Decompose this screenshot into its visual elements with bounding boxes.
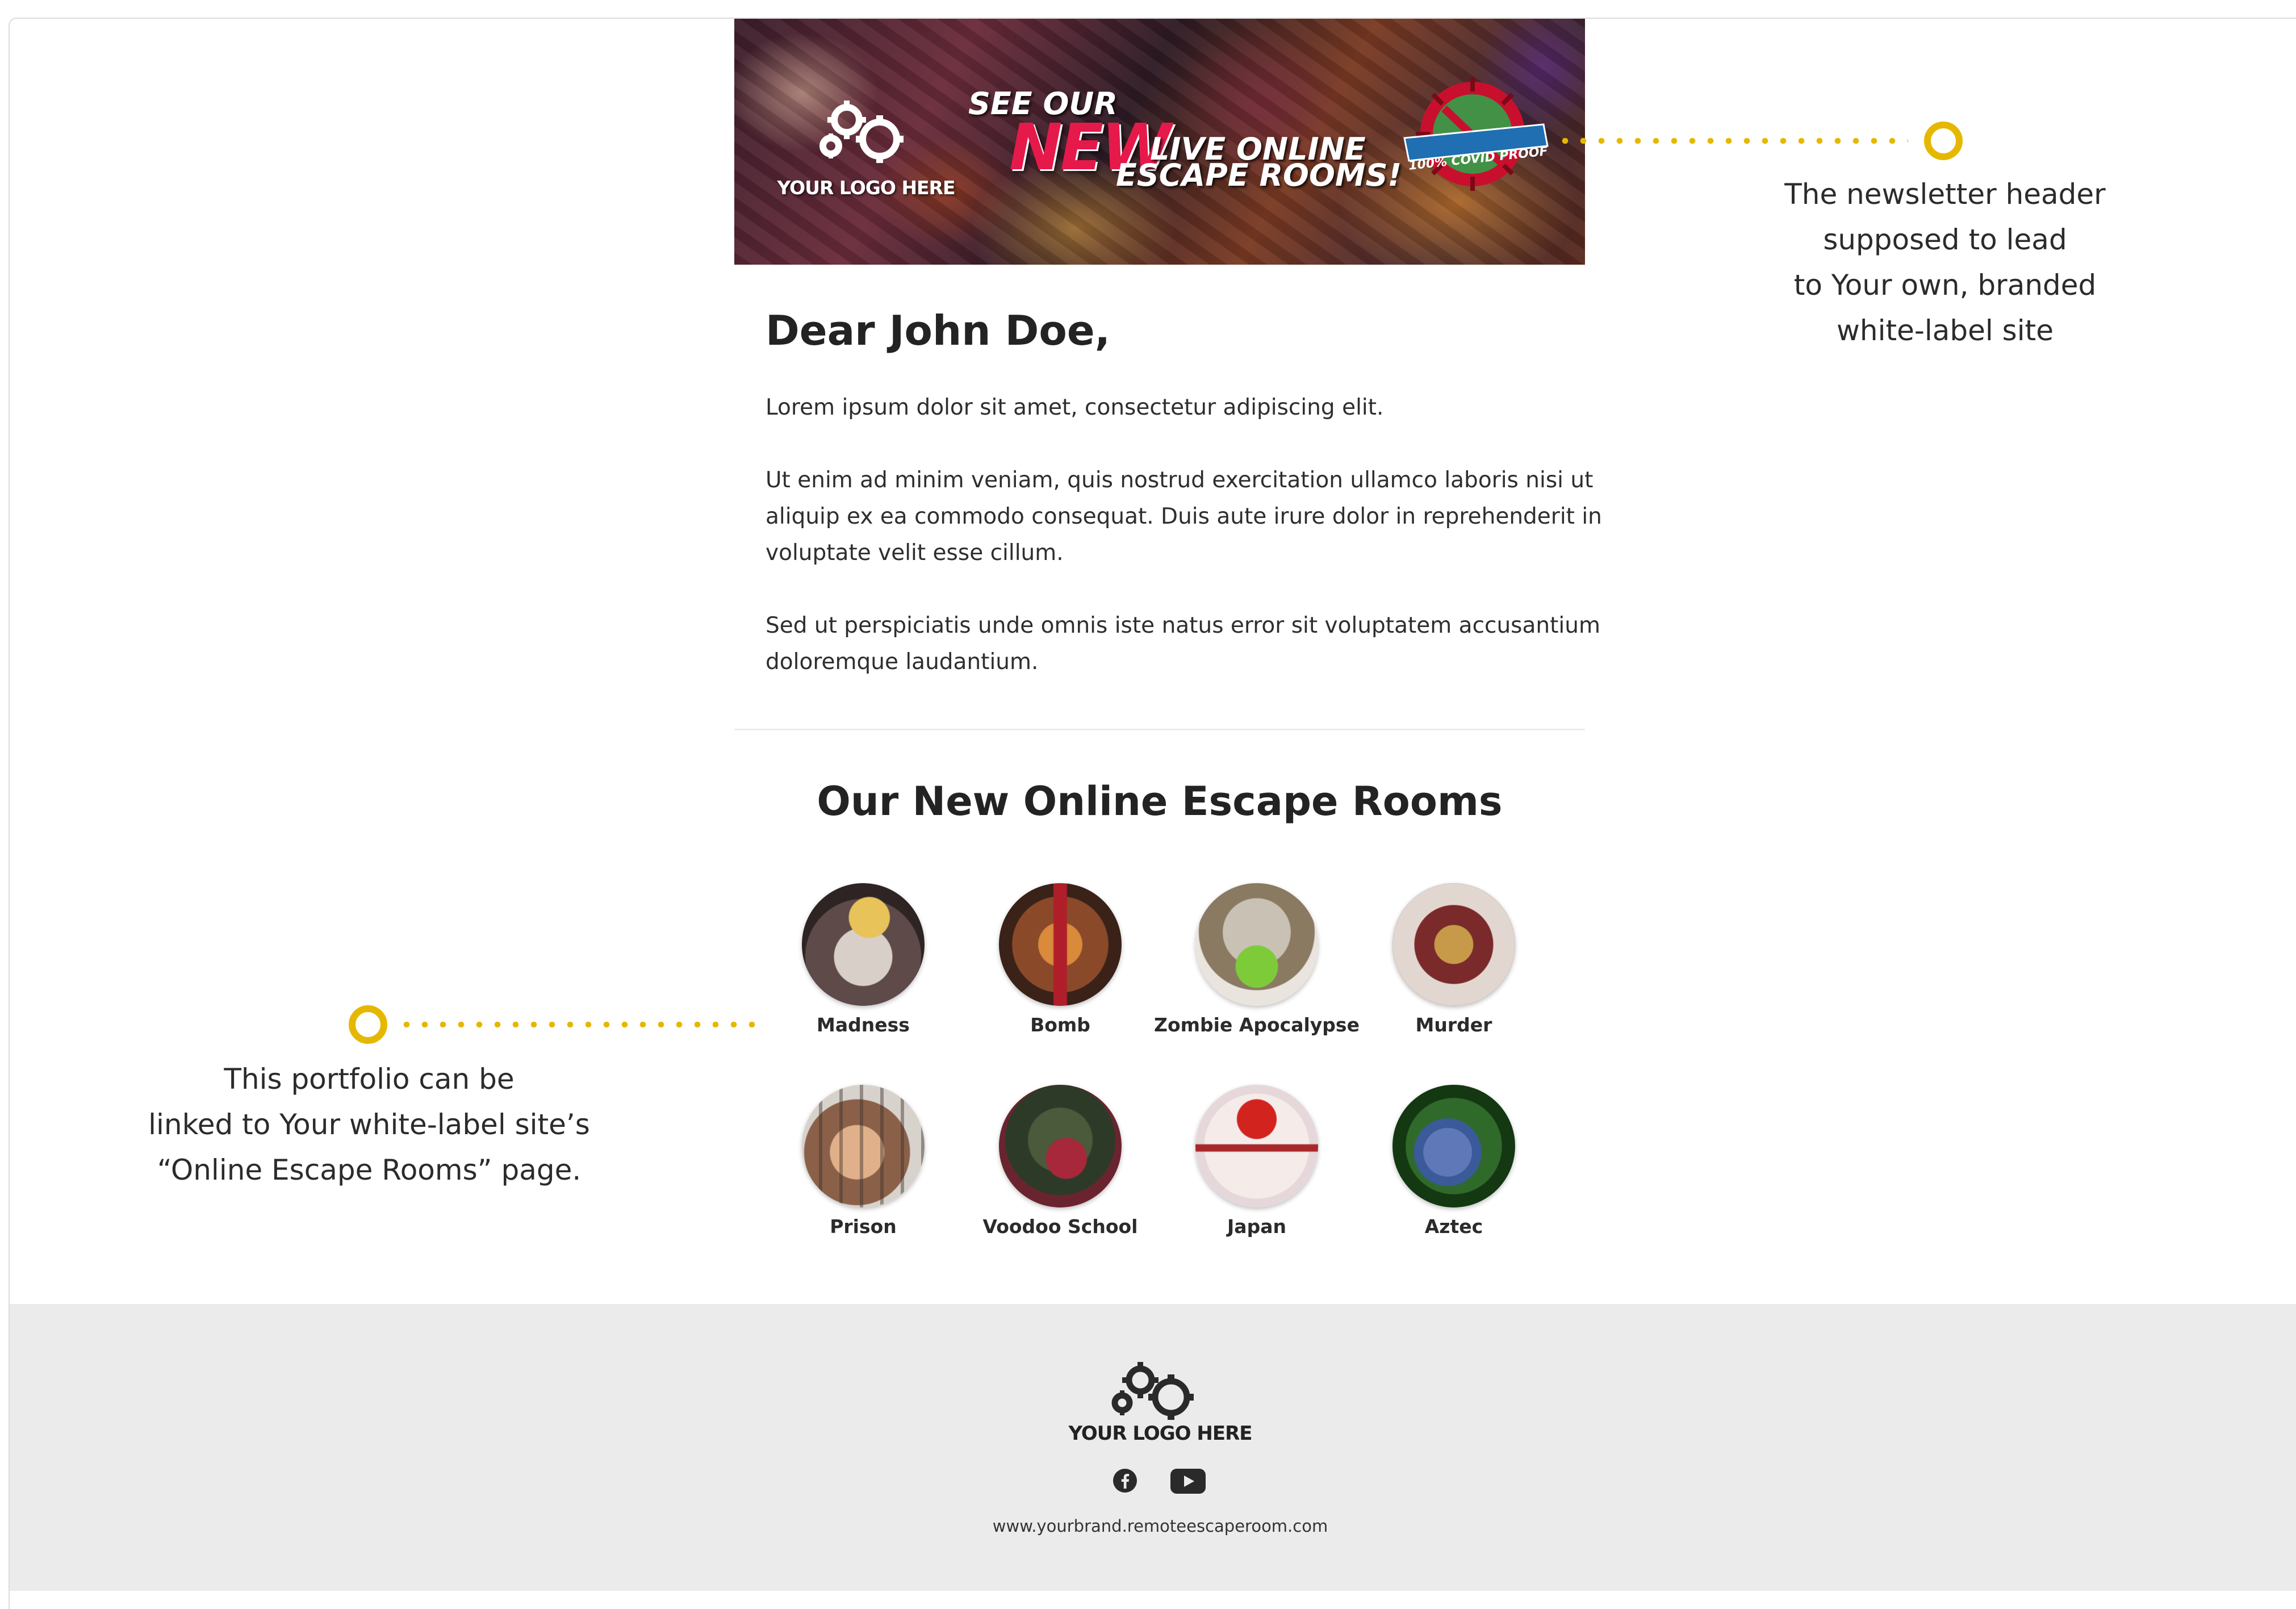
- section-divider: [734, 729, 1585, 730]
- portfolio-annotation-text: This portfolio can be linked to Your whi…: [148, 1063, 590, 1186]
- body-paragraph-2: Ut enim ad minim veniam, quis nostrud ex…: [766, 467, 1602, 566]
- room-name[interactable]: Voodoo School: [947, 1215, 1174, 1238]
- youtube-icon[interactable]: [1170, 1469, 1206, 1494]
- room-thumbnail-prison[interactable]: [802, 1085, 925, 1207]
- footer-logo-text: YOUR LOGO HERE: [1068, 1422, 1252, 1445]
- room-name[interactable]: Japan: [1143, 1215, 1370, 1238]
- room-card-murder[interactable]: Murder: [1340, 883, 1567, 1036]
- room-thumbnail-japan[interactable]: [1195, 1085, 1318, 1207]
- banner-logo-text: YOUR LOGO HERE: [777, 177, 955, 199]
- header-annotation-text: The newsletter header supposed to lead t…: [1784, 178, 2106, 347]
- header-annotation-connector: [1556, 138, 1908, 144]
- greeting-heading: Dear John Doe,: [766, 307, 1111, 354]
- body-paragraph-3: Sed ut perspiciatis unde omnis iste natu…: [766, 613, 1600, 675]
- room-card-madness[interactable]: Madness: [750, 883, 977, 1036]
- room-card-bomb[interactable]: Bomb: [947, 883, 1174, 1036]
- banner-headline-line4: ESCAPE ROOMS!: [1116, 157, 1402, 193]
- room-name[interactable]: Murder: [1340, 1014, 1567, 1036]
- room-thumbnail-murder[interactable]: [1392, 883, 1515, 1006]
- footer-website-link[interactable]: www.yourbrand.remoteescaperoom.com: [961, 1516, 1359, 1536]
- room-name[interactable]: Zombie Apocalypse: [1143, 1014, 1370, 1036]
- rooms-section-title: Our New Online Escape Rooms: [817, 778, 1503, 825]
- room-name[interactable]: Prison: [750, 1215, 977, 1238]
- covid-proof-badge-icon: [1403, 77, 1549, 191]
- newsletter-footer: [10, 1304, 2296, 1591]
- room-card-voodoo-school[interactable]: Voodoo School: [947, 1085, 1174, 1238]
- room-thumbnail-voodoo-school[interactable]: [999, 1085, 1122, 1207]
- room-card-aztec[interactable]: Aztec: [1340, 1085, 1567, 1238]
- room-thumbnail-zombie-apocalypse[interactable]: [1195, 883, 1318, 1006]
- room-thumbnail-madness[interactable]: [802, 883, 925, 1006]
- room-name[interactable]: Bomb: [947, 1014, 1174, 1036]
- room-name[interactable]: Aztec: [1340, 1215, 1567, 1238]
- room-card-zombie-apocalypse[interactable]: Zombie Apocalypse: [1143, 883, 1370, 1036]
- facebook-icon[interactable]: [1113, 1468, 1137, 1493]
- gears-logo-icon: [1111, 1362, 1194, 1420]
- room-thumbnail-aztec[interactable]: [1392, 1085, 1515, 1207]
- room-thumbnail-bomb[interactable]: [999, 883, 1122, 1006]
- body-paragraph-1: Lorem ipsum dolor sit amet, consectetur …: [766, 395, 1384, 420]
- room-name[interactable]: Madness: [750, 1014, 977, 1036]
- room-card-japan[interactable]: Japan: [1143, 1085, 1370, 1238]
- portfolio-annotation-connector: [398, 1022, 761, 1027]
- room-card-prison[interactable]: Prison: [750, 1085, 977, 1238]
- newsletter-header-banner[interactable]: YOUR LOGO HERE SEE OUR NEW LIVE ONLINE E…: [734, 19, 1585, 265]
- gears-logo-icon: [819, 101, 904, 163]
- header-annotation-marker: [1924, 122, 1963, 160]
- portfolio-annotation-marker: [349, 1005, 387, 1044]
